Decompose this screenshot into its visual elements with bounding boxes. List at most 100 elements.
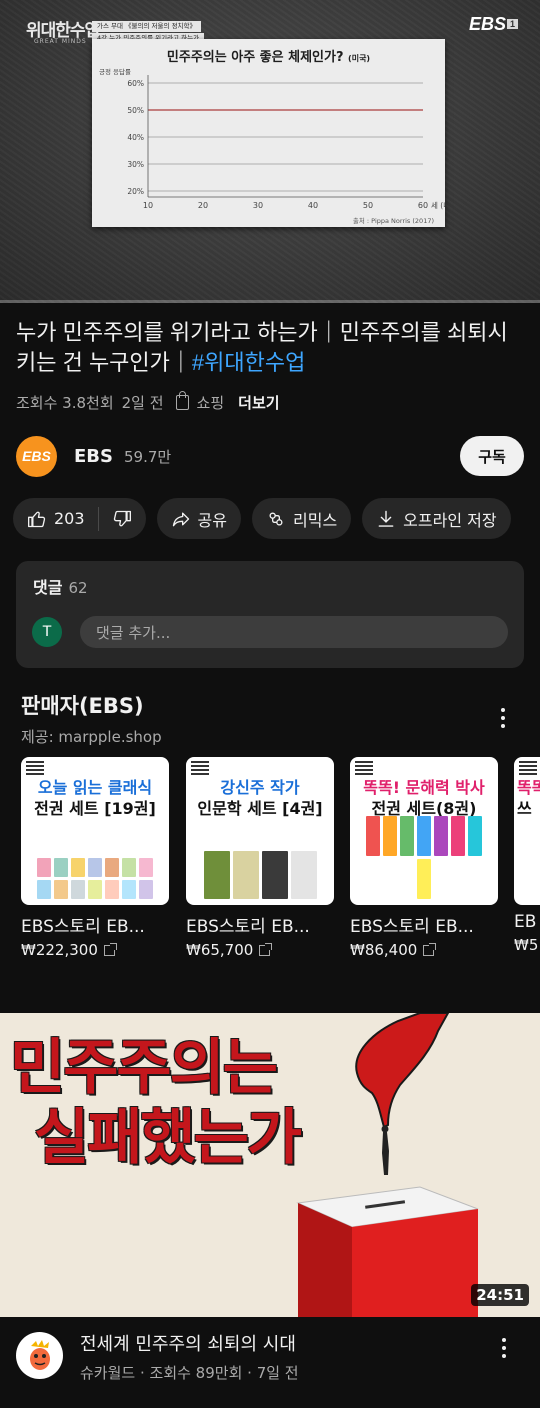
ebs-books-logo — [519, 761, 537, 775]
book-covers — [358, 816, 490, 899]
chart-x-tick-label: 30 — [253, 201, 263, 210]
broadcaster-logo-text: EBS — [468, 14, 506, 34]
product-price-value: ₩65,700 — [186, 941, 254, 959]
shrimp-mascot-icon — [29, 1339, 50, 1370]
next-video-thumbnail[interactable]: 민주주의는 실패했는가 24:51 — [0, 1013, 540, 1317]
next-video-title[interactable]: 전세계 민주주의 쇠퇴의 시대 — [80, 1330, 296, 1356]
chart-board: 민주주의는 아주 좋은 체제인가? (미국) 긍정 응답률 60% 50% 40% 3… — [92, 39, 445, 227]
book-covers — [194, 837, 326, 899]
video-player[interactable]: 위대한수업 GREAT MINDS 가스 무대 《불의의 저울의 정치학》 4강… — [0, 0, 540, 303]
remix-button[interactable]: 리믹스 — [252, 498, 352, 539]
thumbs-down-icon[interactable] — [112, 509, 132, 529]
product-headline: 똑똑 쓰 — [514, 777, 540, 819]
show-logo-subtitle: GREAT MINDS — [34, 38, 87, 45]
product-headline-b: 인문학 세트 [4권] — [197, 799, 323, 818]
channel-name[interactable]: EBS — [74, 446, 113, 467]
product-card[interactable]: 오늘 읽는 클래식전권 세트 [19권] EBS스토리 EB... ₩222,3… — [21, 757, 169, 959]
like-dislike-pill: 203 — [13, 498, 146, 539]
product-price-value: ₩5 — [514, 936, 539, 954]
share-button[interactable]: 공유 — [156, 498, 241, 539]
comments-header: 댓글 62 — [33, 574, 88, 598]
next-video-meta: 슈카월드 · 조회수 89만회 · 7일 전 — [80, 1364, 299, 1382]
seller-provider: 제공: marpple.shop — [21, 728, 162, 746]
product-headline-a: 강신주 작가 — [220, 778, 300, 797]
view-count: 조회수 3.8천회 — [16, 394, 114, 412]
next-video-menu-icon[interactable] — [494, 1336, 514, 1360]
product-name: EBS스토리 EB... — [186, 917, 310, 937]
seller-menu-icon[interactable] — [493, 706, 513, 730]
chart-y-tick-label: 60% — [127, 79, 144, 88]
next-video-channel[interactable]: 슈카월드 — [80, 1364, 135, 1382]
external-link-icon — [103, 942, 117, 956]
more-button[interactable]: 더보기 — [238, 392, 279, 413]
product-name: EBS스토리 EB... — [350, 917, 474, 937]
chart-x-tick-label: 40 — [308, 201, 318, 210]
progress-bar[interactable] — [0, 300, 540, 303]
chart-plot: 60% 50% 40% 30% 20% 10 20 30 40 50 60세 (나이) — [127, 75, 445, 210]
product-name: EB — [514, 912, 537, 932]
like-divider — [97, 506, 99, 531]
chart-y-tick-label: 20% — [127, 187, 144, 196]
video-hashtag-link[interactable]: #위대한수업 — [192, 350, 305, 375]
product-price: ₩86,400 — [350, 941, 498, 959]
product-headline: 오늘 읽는 클래식전권 세트 [19권] — [21, 777, 169, 819]
comments-count: 62 — [68, 579, 88, 597]
channel-avatar[interactable]: EBS — [16, 435, 57, 477]
broadcaster-logo: EBS 1 — [469, 14, 518, 35]
chart-y-tick-label: 30% — [127, 160, 144, 169]
ebs-books-logo — [355, 761, 373, 775]
thumbs-up-icon[interactable] — [27, 509, 47, 529]
remix-icon — [269, 511, 283, 525]
product-headline-a: 오늘 읽는 클래식 — [37, 778, 153, 797]
chart-y-tick-label: 50% — [127, 106, 144, 115]
product-thumbnail[interactable]: 똑똑! 문해력 박사 전권 세트(8권) — [350, 757, 498, 905]
comments-label: 댓글 — [33, 578, 63, 597]
video-duration: 24:51 — [471, 1284, 529, 1306]
product-headline-b: 전권 세트 [19권] — [34, 799, 156, 818]
like-count[interactable]: 203 — [54, 509, 85, 528]
next-video-age: 7일 전 — [256, 1364, 299, 1382]
subscriber-count: 59.7만 — [123, 447, 172, 466]
product-name: EBS스토리 EB... — [21, 917, 145, 937]
product-card[interactable]: 똑똑! 문해력 박사 전권 세트(8권) EBS스토리 EB... ₩86,400 — [350, 757, 498, 959]
subscribe-button[interactable]: 구독 — [460, 436, 524, 476]
remix-label: 리믹스 — [293, 510, 338, 530]
chart-x-tick-label: 60 — [418, 201, 428, 210]
product-headline: 강신주 작가인문학 세트 [4권] — [186, 777, 334, 819]
next-video-views: 조회수 89만회 — [149, 1364, 243, 1382]
product-thumbnail[interactable]: 똑똑 쓰 — [514, 757, 540, 905]
user-avatar: T — [32, 617, 62, 647]
chart-x-tick-label: 50 — [363, 201, 373, 210]
download-label: 오프라인 저장 — [403, 510, 497, 530]
ballot-box-illustration — [296, 1013, 479, 1317]
product-thumbnail[interactable]: 오늘 읽는 클래식전권 세트 [19권] — [21, 757, 169, 905]
comments-card[interactable]: 댓글 62 T 댓글 추가... — [16, 561, 524, 668]
channel-avatar[interactable] — [16, 1332, 63, 1379]
product-card[interactable]: 똑똑 쓰 EB ₩5 — [514, 757, 540, 954]
product-shelf[interactable]: 오늘 읽는 클래식전권 세트 [19권] EBS스토리 EB... ₩222,3… — [21, 757, 540, 962]
channel-row[interactable]: EBS EBS 59.7만 구독 — [16, 435, 524, 477]
share-label: 공유 — [197, 510, 227, 530]
external-link-icon — [423, 942, 437, 956]
episode-caption-line: 가스 무대 《불의의 저울의 정치학》 — [92, 21, 202, 32]
seller-title: 판매자(EBS) — [21, 694, 144, 718]
product-headline: 똑똑! 문해력 박사 전권 세트(8권) — [350, 777, 498, 819]
download-button[interactable]: 오프라인 저장 — [362, 498, 511, 539]
chart-y-tick-label: 40% — [127, 133, 144, 142]
product-card[interactable]: 강신주 작가인문학 세트 [4권] EBS스토리 EB... ₩65,700 — [186, 757, 334, 959]
product-thumbnail[interactable]: 강신주 작가인문학 세트 [4권] — [186, 757, 334, 905]
video-title[interactable]: 누가 민주주의를 위기라고 하는가｜민주주의를 쇠퇴시키는 건 누구인가｜#위대… — [16, 318, 526, 378]
product-price-value: ₩222,300 — [21, 941, 98, 959]
ebs-books-logo — [191, 761, 209, 775]
chart-x-label: 세 (나이) — [431, 200, 445, 210]
next-video-info[interactable]: 전세계 민주주의 쇠퇴의 시대 슈카월드 · 조회수 89만회 · 7일 전 — [16, 1330, 524, 1390]
product-headline-a: 똑똑! 문해력 박사 — [363, 778, 485, 797]
product-headline-b: 쓰 — [517, 799, 532, 818]
share-arrow-icon — [172, 511, 189, 526]
chart-source: 출처 : Pippa Norris (2017) — [352, 217, 434, 225]
add-comment-input[interactable]: 댓글 추가... — [80, 616, 508, 648]
video-meta[interactable]: 조회수 3.8천회 2일 전 쇼핑 더보기 — [16, 391, 280, 413]
upload-age: 2일 전 — [121, 394, 164, 412]
product-price: ₩65,700 — [186, 941, 334, 959]
chart-x-tick-label: 10 — [143, 201, 153, 210]
